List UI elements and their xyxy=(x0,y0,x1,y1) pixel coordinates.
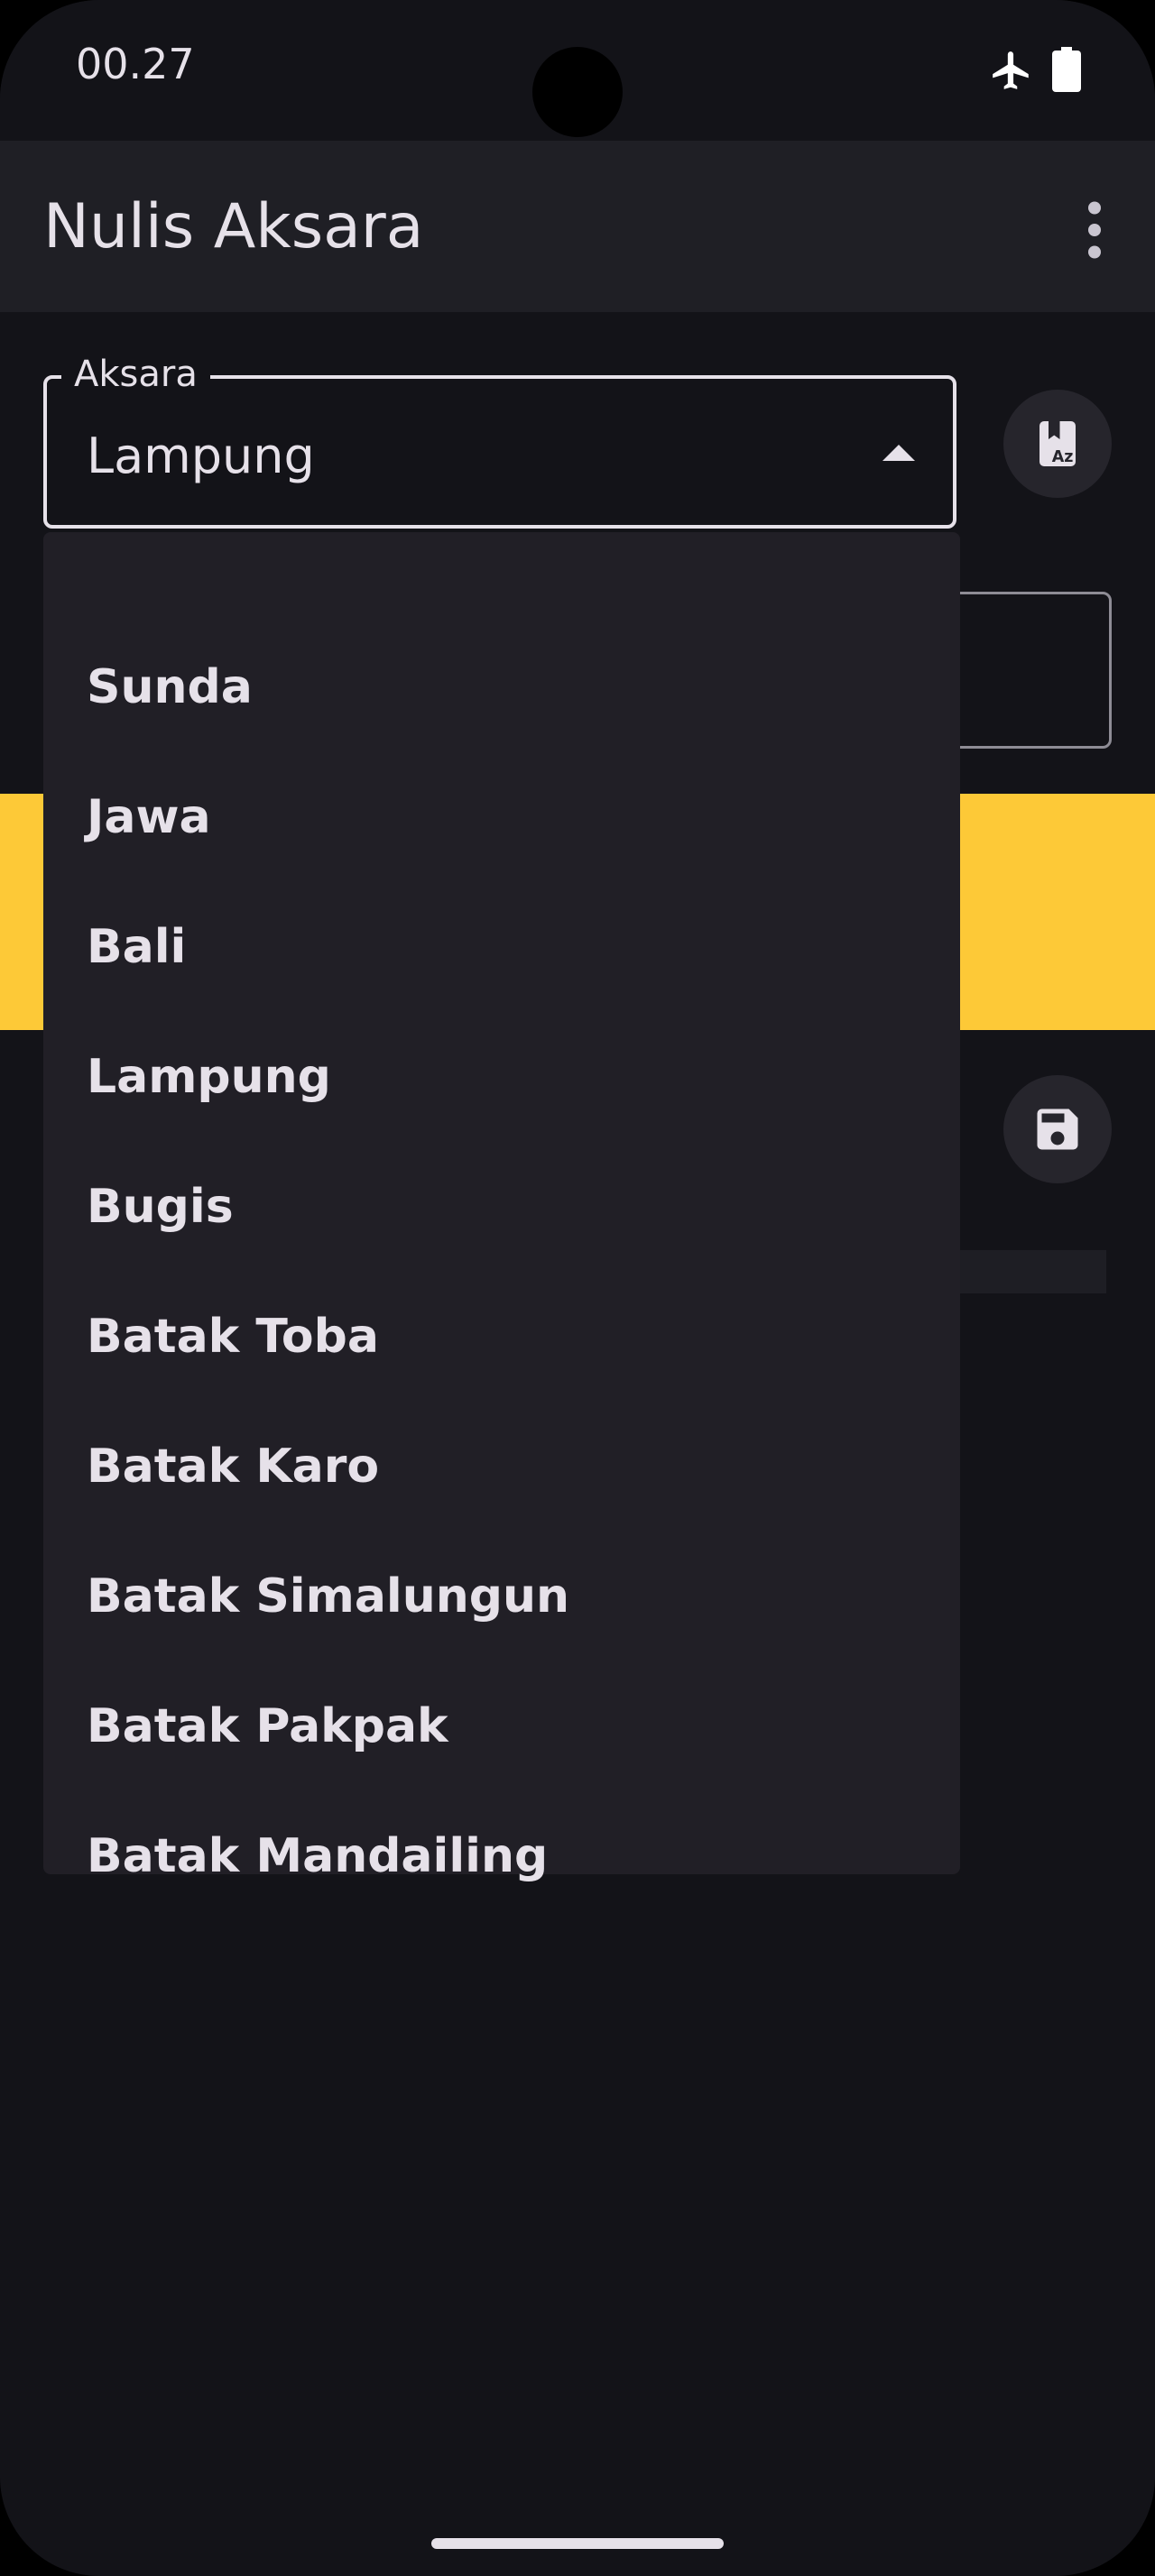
svg-text:Az: Az xyxy=(1052,448,1074,466)
status-time: 00.27 xyxy=(76,40,195,88)
aksara-dropdown-menu: Sunda Jawa Bali Lampung Bugis Batak Toba… xyxy=(43,532,960,1883)
menu-item-batak-toba[interactable]: Batak Toba xyxy=(43,1272,960,1402)
more-vert-icon[interactable] xyxy=(1081,198,1108,262)
aksara-selected-value: Lampung xyxy=(87,428,315,484)
home-indicator[interactable] xyxy=(431,2538,724,2549)
menu-item-lampung[interactable]: Lampung xyxy=(43,1012,960,1142)
battery-icon xyxy=(1052,47,1081,92)
menu-item-sunda[interactable]: Sunda xyxy=(43,622,960,752)
app-bar: Nulis Aksara xyxy=(0,141,1155,312)
aksara-label: Aksara xyxy=(61,354,210,395)
app-screen: 00.27 Nulis Aksara Aksara Lampung Az Sun… xyxy=(0,0,1155,2576)
app-title: Nulis Aksara xyxy=(43,191,424,262)
camera-cutout xyxy=(532,47,623,137)
airplane-mode-icon xyxy=(993,51,1029,89)
menu-item-batak-simalungun[interactable]: Batak Simalungun xyxy=(43,1532,960,1661)
menu-item-batak-karo[interactable]: Batak Karo xyxy=(43,1402,960,1532)
floppy-disk-icon xyxy=(1037,1109,1078,1150)
caret-up-icon xyxy=(882,445,915,461)
menu-item-batak-mandailing[interactable]: Batak Mandailing xyxy=(43,1791,960,1921)
status-bar: 00.27 xyxy=(0,0,1155,141)
aksara-dropdown[interactable]: Aksara Lampung xyxy=(43,354,956,529)
dictionary-button[interactable]: Az xyxy=(1003,390,1112,498)
save-button[interactable] xyxy=(1003,1075,1112,1183)
menu-item-jawa[interactable]: Jawa xyxy=(43,752,960,882)
menu-item-bali[interactable]: Bali xyxy=(43,882,960,1012)
dictionary-az-icon: Az xyxy=(1040,421,1076,466)
menu-item-batak-pakpak[interactable]: Batak Pakpak xyxy=(43,1661,960,1791)
menu-item-bugis[interactable]: Bugis xyxy=(43,1142,960,1272)
